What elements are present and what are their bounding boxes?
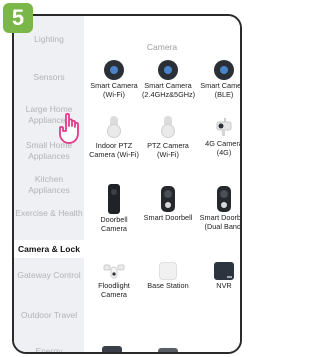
sidebar-item-gateway-control[interactable]: Gateway Control	[14, 270, 84, 281]
dome-camera-icon	[158, 60, 178, 80]
section-title: Camera	[146, 42, 178, 52]
tile-ptz-camera[interactable]: PTZ Camera (Wi-Fi)	[142, 116, 194, 159]
tile-nvr[interactable]: NVR	[198, 262, 240, 291]
ptz-camera-icon	[104, 116, 124, 140]
partial-device-icon	[102, 346, 122, 352]
tile-smart-camera-wifi[interactable]: Smart Camera (Wi-Fi)	[88, 60, 140, 99]
pointing-hand-icon	[59, 112, 79, 144]
phone-screen: Lighting Sensors Large Home Appliances S…	[12, 14, 242, 354]
device-grid: Camera Smart Camera (Wi-Fi) Smart Camera…	[84, 16, 240, 352]
dome-camera-icon	[214, 60, 234, 80]
tile-doorbell-camera[interactable]: Doorbell Camera	[88, 184, 140, 233]
smart-doorbell-icon	[161, 186, 175, 212]
doorbell-icon	[108, 184, 120, 214]
tile-smart-camera-dual-band[interactable]: Smart Camera (2.4GHz&5GHz)	[142, 60, 196, 99]
tile-label: Smart Doorbell	[143, 213, 193, 222]
dome-camera-icon	[104, 60, 124, 80]
sidebar-item-energy[interactable]: Energy	[14, 346, 84, 352]
partial-device-icon	[158, 348, 178, 352]
tile-label: Floodlight Camera	[98, 281, 130, 299]
tile-4g-camera[interactable]: 4G Camera (4G)	[198, 116, 242, 157]
tile-label: Smart Doorbell (Dual Band)	[199, 213, 242, 231]
tile-label: Base Station	[147, 281, 189, 290]
tile-indoor-ptz-camera[interactable]: Indoor PTZ Camera (Wi-Fi)	[88, 116, 140, 159]
category-sidebar: Lighting Sensors Large Home Appliances S…	[14, 16, 84, 352]
smart-doorbell-icon	[217, 186, 231, 212]
tile-label: Smart Camera (2.4GHz&5GHz)	[142, 81, 196, 99]
sidebar-item-kitchen-appliances[interactable]: Kitchen Appliances	[14, 174, 84, 195]
tile-label: Doorbell Camera	[100, 215, 128, 233]
base-station-icon	[159, 262, 177, 280]
sidebar-item-exercise-health[interactable]: Exercise & Health	[14, 208, 84, 219]
step-number-badge: 5	[3, 3, 33, 33]
sidebar-item-sensors[interactable]: Sensors	[14, 72, 84, 83]
4g-camera-icon	[216, 118, 232, 136]
tile-label: Smart Camera (Wi-Fi)	[90, 81, 138, 99]
tile-label: 4G Camera (4G)	[205, 139, 242, 157]
tile-smart-camera-ble[interactable]: Smart Camera (BLE)	[198, 60, 242, 99]
nvr-icon	[214, 262, 234, 280]
tile-smart-doorbell-dual-band[interactable]: Smart Doorbell (Dual Band)	[198, 186, 242, 231]
floodlight-icon	[103, 264, 125, 279]
sidebar-item-outdoor-travel[interactable]: Outdoor Travel	[14, 310, 84, 321]
tile-floodlight-camera[interactable]: Floodlight Camera	[88, 262, 140, 299]
tile-label: Smart Camera (BLE)	[200, 81, 242, 99]
sidebar-item-lighting[interactable]: Lighting	[14, 34, 84, 45]
tile-label: Indoor PTZ Camera (Wi-Fi)	[89, 141, 139, 159]
sidebar-item-camera-lock[interactable]: Camera & Lock	[14, 240, 84, 258]
tile-base-station[interactable]: Base Station	[142, 262, 194, 291]
tile-label: NVR	[216, 281, 232, 290]
tile-smart-doorbell[interactable]: Smart Doorbell	[142, 186, 194, 223]
ptz-camera-icon	[158, 116, 178, 140]
tile-label: PTZ Camera (Wi-Fi)	[147, 141, 189, 159]
